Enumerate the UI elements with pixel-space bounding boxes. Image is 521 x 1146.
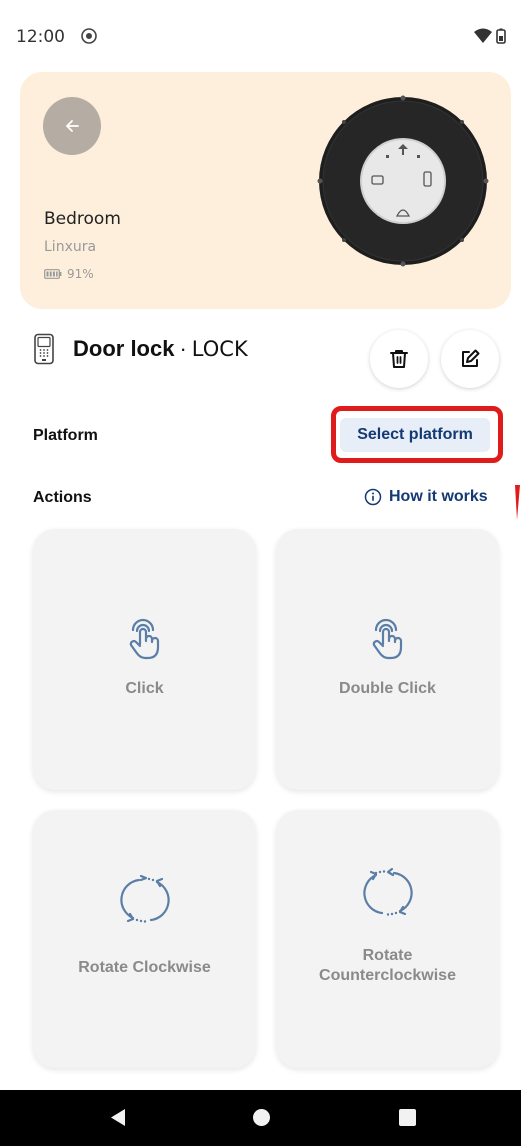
- arrow-left-icon: [66, 120, 79, 132]
- action-card-click[interactable]: Click: [33, 529, 256, 790]
- location-icon: [81, 28, 97, 44]
- action-card-rotate-clockwise[interactable]: Rotate Clockwise: [33, 810, 256, 1068]
- action-label-line2: Counterclockwise: [319, 967, 456, 984]
- edit-icon: [462, 349, 480, 367]
- annotation-mark: [515, 485, 520, 520]
- title-separator: ·: [179, 336, 187, 361]
- rotate-clockwise-icon: [119, 874, 170, 923]
- action-label: Rotate Clockwise: [78, 959, 211, 976]
- nav-back-icon[interactable]: [110, 1108, 126, 1127]
- tap-hand-icon: [372, 618, 402, 660]
- select-platform-button[interactable]: Select platform: [340, 418, 490, 452]
- action-label-line1: Rotate: [362, 947, 413, 964]
- tap-hand-icon: [129, 618, 159, 660]
- platform-label: Platform: [33, 427, 98, 444]
- actions-label: Actions: [33, 489, 92, 506]
- action-label: Double Click: [339, 680, 436, 697]
- action-card-rotate-counterclockwise[interactable]: Rotate Counterclockwise: [276, 810, 499, 1068]
- info-icon: [364, 488, 382, 506]
- remote-device-image: [317, 95, 489, 267]
- trash-icon: [390, 350, 408, 368]
- device-title-row: Door lock · LOCK: [33, 333, 248, 365]
- device-header-card: Bedroom Linxura 91%: [20, 72, 511, 309]
- how-it-works-label: How it works: [389, 488, 488, 505]
- nav-home-icon[interactable]: [253, 1109, 270, 1126]
- delete-button[interactable]: [370, 330, 428, 388]
- wifi-battery-icon: [474, 28, 506, 44]
- action-label: Rotate Counterclockwise: [276, 946, 499, 986]
- action-card-double-click[interactable]: Double Click: [276, 529, 499, 790]
- system-nav-bar: [0, 1090, 521, 1146]
- device-type: LOCK: [191, 337, 248, 361]
- battery-level: 91%: [67, 267, 94, 281]
- battery-status: 91%: [44, 267, 94, 281]
- device-brand: Linxura: [44, 239, 97, 255]
- edit-button[interactable]: [441, 330, 499, 388]
- back-button[interactable]: [43, 97, 101, 155]
- device-room: Bedroom: [44, 209, 121, 229]
- battery-icon: [44, 269, 62, 279]
- status-bar: 12:00: [0, 0, 521, 70]
- action-label: Click: [125, 680, 164, 697]
- door-lock-icon: [34, 333, 54, 365]
- nav-recents-icon[interactable]: [399, 1109, 416, 1126]
- device-name: Door lock: [73, 336, 175, 361]
- status-time: 12:00: [16, 27, 65, 47]
- how-it-works-link[interactable]: How it works: [364, 488, 488, 506]
- rotate-counterclockwise-icon: [362, 867, 413, 916]
